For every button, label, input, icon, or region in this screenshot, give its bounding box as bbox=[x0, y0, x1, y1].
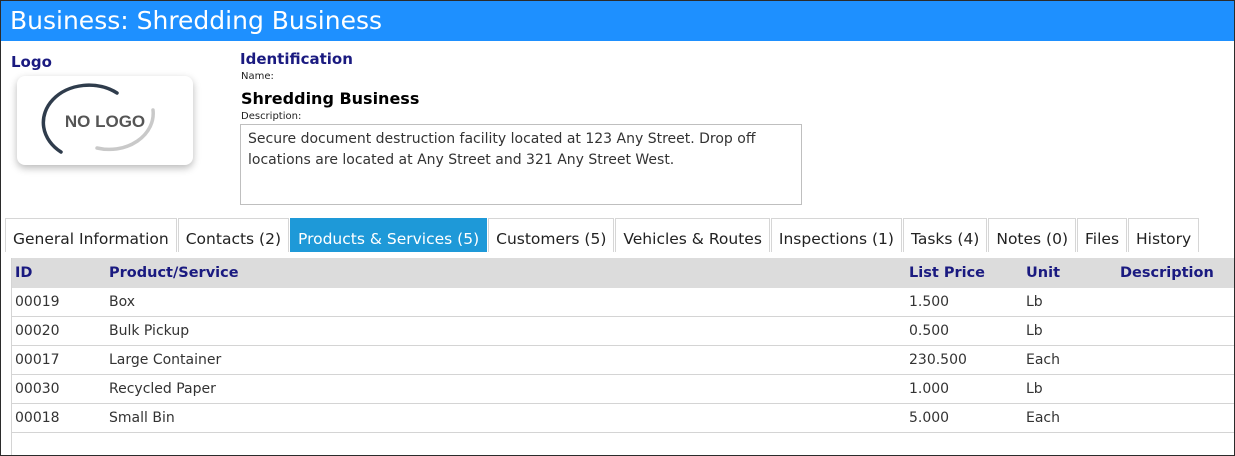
tab-products-services[interactable]: Products & Services (5) bbox=[290, 218, 488, 252]
no-logo-text: NO LOGO bbox=[65, 112, 145, 131]
cell-list-price: 230.500 bbox=[909, 352, 967, 368]
tab-bar: General Information Contacts (2) Product… bbox=[5, 218, 1200, 252]
cell-unit: Lb bbox=[1026, 294, 1043, 310]
tab-vehicles-routes[interactable]: Vehicles & Routes bbox=[615, 218, 770, 252]
cell-product: Small Bin bbox=[109, 410, 175, 426]
table-row[interactable]: 00030 Recycled Paper 1.000 Lb bbox=[12, 375, 1234, 404]
products-table: ID Product/Service List Price Unit Descr… bbox=[11, 258, 1234, 455]
tab-general-information[interactable]: General Information bbox=[5, 218, 177, 252]
cell-unit: Each bbox=[1026, 352, 1060, 368]
window-title: Business: Shredding Business bbox=[1, 1, 1234, 41]
cell-id: 00020 bbox=[15, 323, 60, 339]
tab-inspections[interactable]: Inspections (1) bbox=[770, 218, 902, 252]
table-row[interactable]: 00020 Bulk Pickup 0.500 Lb bbox=[12, 317, 1234, 346]
cell-id: 00019 bbox=[15, 294, 60, 310]
cell-unit: Lb bbox=[1026, 381, 1043, 397]
column-header-product[interactable]: Product/Service bbox=[109, 258, 239, 288]
logo-placeholder[interactable]: NO LOGO bbox=[17, 76, 193, 165]
tab-tasks[interactable]: Tasks (4) bbox=[902, 218, 988, 252]
cell-unit: Lb bbox=[1026, 323, 1043, 339]
logo-section-label: Logo bbox=[11, 53, 52, 71]
tab-notes[interactable]: Notes (0) bbox=[988, 218, 1077, 252]
business-name: Shredding Business bbox=[241, 89, 420, 108]
table-row[interactable]: 00017 Large Container 230.500 Each bbox=[12, 346, 1234, 375]
cell-id: 00030 bbox=[15, 381, 60, 397]
column-header-list-price[interactable]: List Price bbox=[909, 258, 985, 288]
column-header-id[interactable]: ID bbox=[15, 258, 32, 288]
cell-list-price: 1.500 bbox=[909, 294, 950, 310]
cell-list-price: 5.000 bbox=[909, 410, 950, 426]
cell-product: Recycled Paper bbox=[109, 381, 216, 397]
cell-unit: Each bbox=[1026, 410, 1060, 426]
description-field[interactable]: Secure document destruction facility loc… bbox=[240, 124, 802, 205]
cell-list-price: 1.000 bbox=[909, 381, 950, 397]
no-logo-image: NO LOGO bbox=[41, 83, 155, 154]
tab-history[interactable]: History bbox=[1128, 218, 1200, 252]
cell-id: 00017 bbox=[15, 352, 60, 368]
tab-files[interactable]: Files bbox=[1077, 218, 1128, 252]
table-row[interactable]: 00018 Small Bin 5.000 Each bbox=[12, 404, 1234, 433]
tab-customers[interactable]: Customers (5) bbox=[488, 218, 615, 252]
tab-contacts[interactable]: Contacts (2) bbox=[177, 218, 289, 252]
cell-list-price: 0.500 bbox=[909, 323, 950, 339]
cell-product: Bulk Pickup bbox=[109, 323, 190, 339]
business-window: Business: Shredding Business Logo NO LOG… bbox=[0, 0, 1235, 456]
table-row[interactable]: 00019 Box 1.500 Lb bbox=[12, 288, 1234, 317]
description-label: Description: bbox=[241, 111, 302, 122]
cell-product: Large Container bbox=[109, 352, 222, 368]
column-header-unit[interactable]: Unit bbox=[1026, 258, 1060, 288]
cell-id: 00018 bbox=[15, 410, 60, 426]
cell-product: Box bbox=[109, 294, 136, 310]
identification-section-label: Identification bbox=[240, 50, 353, 68]
column-header-description[interactable]: Description bbox=[1120, 258, 1214, 288]
table-header: ID Product/Service List Price Unit Descr… bbox=[12, 258, 1234, 288]
name-label: Name: bbox=[241, 71, 274, 82]
